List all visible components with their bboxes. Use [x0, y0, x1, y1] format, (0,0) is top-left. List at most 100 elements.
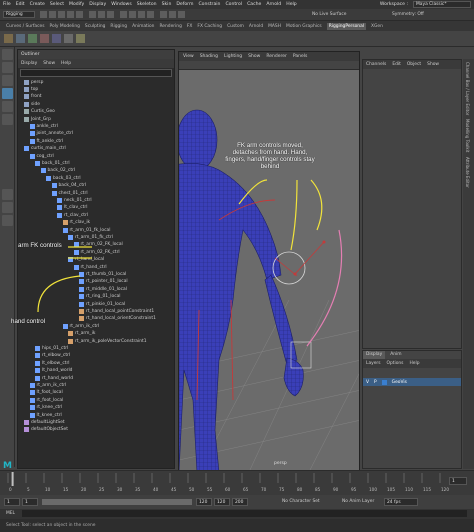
menu-create[interactable]: Create: [30, 2, 45, 7]
layer-menu-options[interactable]: Options: [387, 361, 404, 366]
layer-menu-help[interactable]: Help: [409, 361, 419, 366]
select-hierarchy-icon[interactable]: [89, 11, 96, 18]
playback-end-field[interactable]: 120: [196, 498, 212, 506]
menu-windows[interactable]: Windows: [111, 2, 132, 7]
menu-select[interactable]: Select: [50, 2, 64, 7]
menu-arnold[interactable]: Arnold: [266, 2, 281, 7]
menu-help[interactable]: Help: [286, 2, 296, 7]
shelf-tab-sculpting[interactable]: Sculpting: [85, 24, 106, 29]
character-set-select[interactable]: No Character Set: [282, 499, 320, 504]
select-tool-icon[interactable]: [2, 49, 13, 60]
open-scene-icon[interactable]: [49, 11, 56, 18]
outliner-node[interactable]: rt_arm_ik_poleVectorConstraint1: [68, 337, 147, 345]
undo-icon[interactable]: [67, 11, 74, 18]
menu-display[interactable]: Display: [89, 2, 106, 7]
shelf-group-icon[interactable]: [64, 34, 73, 43]
viewport-panel[interactable]: View Shading Lighting Show Renderer Pane…: [178, 51, 360, 471]
shelf-tab-xgen[interactable]: XGen: [371, 24, 383, 29]
viewport-menu-lighting[interactable]: Lighting: [224, 54, 242, 59]
viewport-menu-view[interactable]: View: [183, 54, 194, 59]
outliner-menu-display[interactable]: Display: [21, 61, 37, 66]
shelf-tab-arnold[interactable]: Arnold: [249, 24, 263, 29]
anim-end-max-field[interactable]: 200: [232, 498, 248, 506]
redo-icon[interactable]: [76, 11, 83, 18]
snap-curve-icon[interactable]: [129, 11, 136, 18]
current-frame-field[interactable]: 1: [449, 477, 467, 485]
render-icon[interactable]: [160, 11, 167, 18]
current-time-marker[interactable]: [11, 472, 14, 486]
shelf-freeze-icon[interactable]: [76, 34, 85, 43]
menu-file[interactable]: File: [3, 2, 11, 7]
shelf-constraint-icon[interactable]: [52, 34, 61, 43]
channel-menu-channels[interactable]: Channels: [366, 62, 386, 67]
menu-skeleton[interactable]: Skeleton: [137, 2, 157, 7]
shelf-joint-icon[interactable]: [4, 34, 13, 43]
channel-menu-edit[interactable]: Edit: [392, 62, 401, 67]
menu-control[interactable]: Control: [225, 2, 242, 7]
layer-color-swatch[interactable]: [381, 379, 387, 385]
shelf-tab-animation[interactable]: Animation: [132, 24, 154, 29]
outliner-search-input[interactable]: [20, 69, 172, 77]
snap-grid-icon[interactable]: [120, 11, 127, 18]
shelf-tab-fx[interactable]: FX: [187, 24, 193, 29]
shelf-tab-rigging[interactable]: Rigging: [110, 24, 127, 29]
menu-constrain[interactable]: Constrain: [198, 2, 220, 7]
shelf-tab-mash[interactable]: MASH: [268, 24, 281, 29]
render-settings-icon[interactable]: [178, 11, 185, 18]
shelf-ik-icon[interactable]: [16, 34, 25, 43]
shelf-tab-fx-caching[interactable]: FX Caching: [197, 24, 222, 29]
rotate-tool-icon[interactable]: [2, 101, 13, 112]
outliner-menu-show[interactable]: Show: [43, 61, 55, 66]
viewport-menu-renderer[interactable]: Renderer: [266, 54, 287, 59]
paint-select-icon[interactable]: [2, 75, 13, 86]
snap-view-icon[interactable]: [147, 11, 154, 18]
save-scene-icon[interactable]: [58, 11, 65, 18]
shelf-tab-rigging-personal[interactable]: RiggingPersonal: [326, 22, 367, 30]
menu-deform[interactable]: Deform: [176, 2, 193, 7]
menu-edit[interactable]: Edit: [16, 2, 25, 7]
anim-start-field[interactable]: 1: [4, 498, 20, 506]
workspace-select[interactable]: Maya Classic*: [413, 1, 471, 8]
side-tab-modelling-toolkit[interactable]: Modelling Toolkit: [465, 119, 470, 152]
live-surface-label[interactable]: No Live Surface: [312, 12, 346, 17]
layer-menu-layers[interactable]: Layers: [366, 361, 381, 366]
select-object-icon[interactable]: [98, 11, 105, 18]
layer-name[interactable]: GeoVis: [392, 380, 407, 385]
menu-set-select[interactable]: Rigging: [3, 11, 35, 18]
four-view-icon[interactable]: [2, 202, 13, 213]
move-tool-icon[interactable]: [2, 88, 13, 99]
outliner-menu-help[interactable]: Help: [61, 61, 71, 66]
channel-menu-object[interactable]: Object: [407, 62, 421, 67]
snap-point-icon[interactable]: [138, 11, 145, 18]
side-tab-channel-box[interactable]: Channel Box / Layer Editor: [465, 62, 470, 115]
shelf-tab-rendering[interactable]: Rendering: [159, 24, 181, 29]
layer-row-geovis[interactable]: V P GeoVis: [363, 378, 461, 386]
scale-tool-icon[interactable]: [2, 114, 13, 125]
shelf-tab-custom[interactable]: Custom: [227, 24, 244, 29]
single-view-icon[interactable]: [2, 189, 13, 200]
outliner-layout-icon[interactable]: [2, 215, 13, 226]
side-tab-attribute-editor[interactable]: Attribute Editor: [465, 157, 470, 188]
tab-display[interactable]: Display: [363, 351, 386, 359]
viewport-menu-show[interactable]: Show: [248, 54, 260, 59]
shelf-tab-motion-graphics[interactable]: Motion Graphics: [286, 24, 322, 29]
shelf-bind-icon[interactable]: [40, 34, 49, 43]
layer-visibility-toggle[interactable]: V: [366, 380, 369, 385]
menu-modify[interactable]: Modify: [69, 2, 84, 7]
anim-end-field[interactable]: 120: [214, 498, 230, 506]
symmetry-label[interactable]: Symmetry: Off: [392, 12, 424, 17]
layer-playback-toggle[interactable]: P: [374, 380, 377, 385]
shelf-tab-poly[interactable]: Poly Modeling: [50, 24, 80, 29]
time-slider[interactable]: 0 5 10 15 20 25 30 35 40 45 50 55 60 65 70 75 80 85 90 95 10…: [0, 470, 474, 495]
channel-menu-show[interactable]: Show: [427, 62, 439, 67]
select-component-icon[interactable]: [107, 11, 114, 18]
shelf-curve-icon[interactable]: [28, 34, 37, 43]
mel-label[interactable]: MEL: [6, 511, 15, 516]
mel-input[interactable]: [22, 510, 467, 517]
anim-layer-select[interactable]: No Anim Layer: [342, 499, 374, 504]
ipr-render-icon[interactable]: [169, 11, 176, 18]
menu-cache[interactable]: Cache: [247, 2, 261, 7]
viewport-menu-panels[interactable]: Panels: [293, 54, 307, 59]
outliner-node[interactable]: defaultObjectSet: [24, 426, 68, 434]
range-slider-bar[interactable]: [42, 499, 192, 505]
